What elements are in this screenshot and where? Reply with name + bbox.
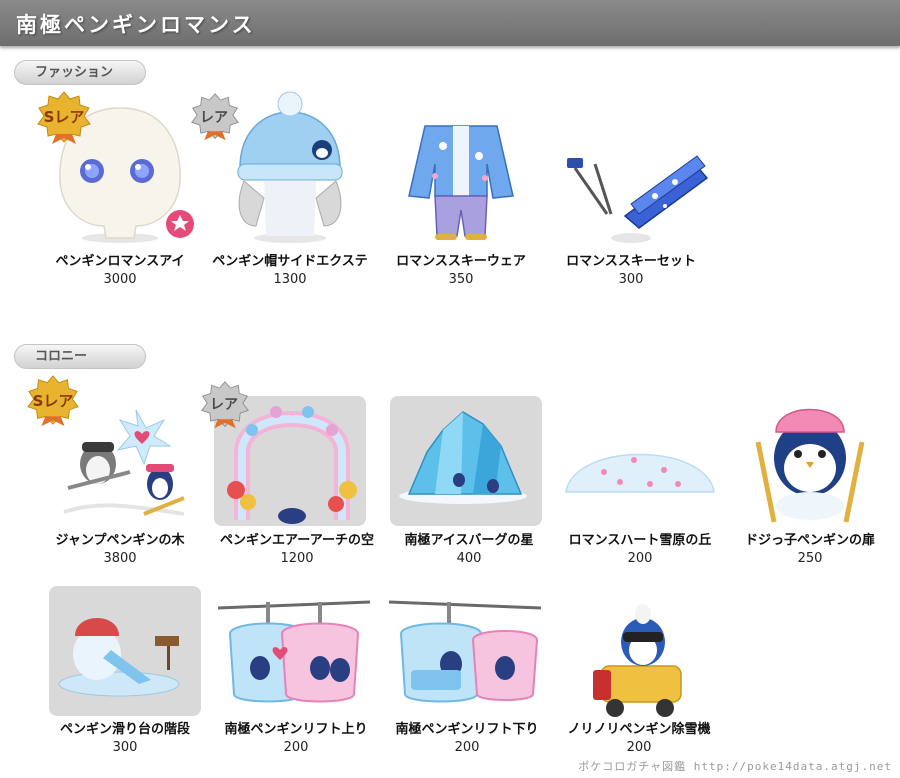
item-antarctic-iceberg[interactable]: 南極アイスバーグの星 400 — [383, 372, 555, 566]
item-penguin-hat-side-ext[interactable]: レア ペンギン帽サイドエクステ 1300 — [191, 86, 376, 287]
item-price: 1200 — [280, 551, 314, 566]
item-price: 400 — [456, 551, 482, 566]
item-romance-ski-set[interactable]: ロマンススキーセット 300 — [545, 86, 717, 287]
item-price: 250 — [797, 551, 823, 566]
clumsy-penguin-door-image — [755, 392, 865, 523]
rarity-badge-label: レア — [210, 397, 238, 413]
item-name: 南極ペンギンリフト上り — [224, 722, 368, 737]
antarctic-iceberg-image — [399, 411, 527, 504]
item-name: ドジっ子ペンギンの扉 — [744, 533, 875, 548]
title-bar: 南極ペンギンロマンス — [0, 0, 900, 46]
item-name: ロマンススキーウェア — [396, 254, 526, 269]
item-price: 300 — [112, 740, 138, 755]
item-price: 200 — [454, 740, 480, 755]
item-romance-heart-snowhill[interactable]: ロマンスハート雪原の丘 200 — [554, 372, 726, 566]
rarity-badge-label: Sレア — [43, 108, 85, 126]
footer-watermark: ポケコロガチャ図鑑 http://poke14data.atgj.net — [578, 760, 892, 773]
romance-ski-set-image — [567, 155, 709, 243]
item-price: 3800 — [103, 551, 137, 566]
item-clumsy-penguin-door[interactable]: ドジっ子ペンギンの扉 250 — [724, 372, 896, 566]
item-name: ペンギン帽サイドエクステ — [212, 254, 368, 269]
item-name: ロマンススキーセット — [566, 254, 696, 269]
romance-heart-snowhill-image — [565, 453, 715, 493]
item-price: 350 — [448, 272, 474, 287]
item-name: ジャンプペンギンの木 — [55, 533, 185, 548]
section-label-colony: コロニー — [14, 344, 146, 369]
item-name: 南極アイスバーグの星 — [404, 533, 534, 548]
item-price: 1300 — [273, 272, 307, 287]
romance-ski-wear-image — [408, 125, 514, 240]
item-name: ペンギンロマンスアイ — [55, 254, 185, 269]
item-penguin-air-arch[interactable]: レア ペンギンエアーアーチの空 1200 — [201, 372, 384, 566]
item-price: 300 — [618, 272, 644, 287]
item-name: ペンギンエアーアーチの空 — [220, 533, 374, 548]
item-jump-penguin-tree[interactable]: Sレア ジャンプペンギンの木 3800 — [27, 372, 206, 566]
item-price: 200 — [283, 740, 309, 755]
section-label-fashion: ファッション — [14, 60, 146, 85]
page-title: 南極ペンギンロマンス — [16, 13, 256, 37]
rarity-badge-label: Sレア — [32, 392, 74, 410]
item-penguin-romance-eye[interactable]: Sレア ペンギンロマンスアイ 3000 — [34, 86, 206, 287]
item-groovy-penguin-snowplow[interactable]: ノリノリペンギン除雪機 200 — [553, 584, 725, 755]
item-price: 200 — [626, 740, 652, 755]
item-romance-ski-wear[interactable]: ロマンススキーウェア 350 — [375, 86, 547, 287]
item-price: 3000 — [103, 272, 137, 287]
item-penguin-lift-down[interactable]: 南極ペンギンリフト下り 200 — [381, 584, 553, 755]
item-name: 南極ペンギンリフト下り — [395, 722, 539, 737]
item-name: ペンギン滑り台の階段 — [59, 722, 190, 737]
item-price: 200 — [627, 551, 653, 566]
item-name: ロマンスハート雪原の丘 — [568, 533, 712, 548]
rarity-badge-label: レア — [200, 110, 228, 126]
item-penguin-lift-up[interactable]: 南極ペンギンリフト上り 200 — [210, 584, 382, 755]
item-name: ノリノリペンギン除雪機 — [567, 722, 711, 737]
item-penguin-slide-stairs[interactable]: ペンギン滑り台の階段 300 — [39, 584, 211, 755]
